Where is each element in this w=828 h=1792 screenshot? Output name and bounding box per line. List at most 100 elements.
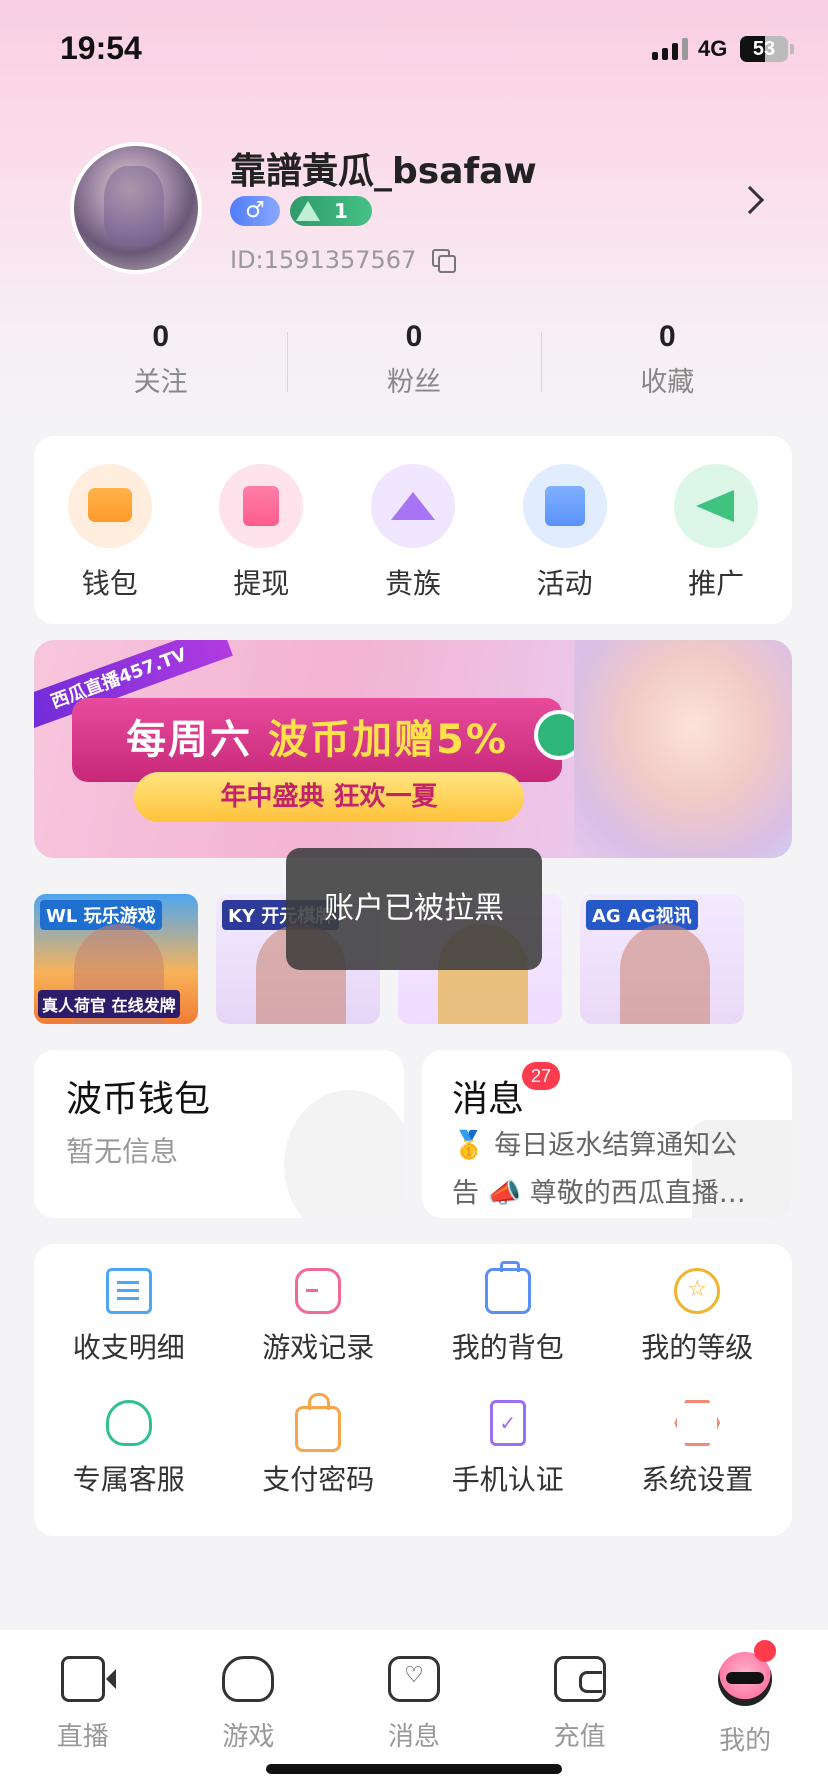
coin-wallet-card[interactable]: 波币钱包 暂无信息 xyxy=(34,1050,404,1218)
tab-label: 消息 xyxy=(387,1722,440,1752)
menu-item-label: 专属客服 xyxy=(72,1463,185,1496)
menu-item-label: 我的背包 xyxy=(451,1331,564,1364)
menu-item-label: 手机认证 xyxy=(451,1463,564,1496)
menu-item-label: 游戏记录 xyxy=(262,1331,375,1364)
stat-label: 收藏 xyxy=(640,367,695,398)
tab-label: 我的 xyxy=(719,1726,772,1756)
settings-icon xyxy=(674,1400,721,1446)
quick-action-label: 钱包 xyxy=(81,567,138,600)
backpack-icon xyxy=(484,1261,531,1314)
battery-tip xyxy=(790,44,794,54)
stat-label: 关注 xyxy=(133,367,188,398)
stat-value: 0 xyxy=(405,320,423,353)
banner-headline-highlight: 波币加赠5% xyxy=(268,717,508,763)
quick-action-withdraw[interactable]: 提现 xyxy=(206,464,316,624)
tab-label: 游戏 xyxy=(222,1722,275,1752)
stat-value: 0 xyxy=(658,320,676,353)
tab-label: 直播 xyxy=(56,1722,109,1752)
stat-following[interactable]: 0 关注 xyxy=(34,320,287,400)
menu-item-transactions[interactable]: 收支明细 xyxy=(34,1268,224,1366)
user-id: ID:1591357567 xyxy=(230,246,457,274)
quick-action-wallet[interactable]: 钱包 xyxy=(55,464,165,624)
stat-favorites[interactable]: 0 收藏 xyxy=(540,320,794,400)
money-bag-icon xyxy=(284,1090,404,1218)
level-badge: 1 xyxy=(290,196,372,226)
user-badges: ♂ 1 xyxy=(230,196,372,226)
wallet-icon xyxy=(67,464,152,548)
menu-item-backpack[interactable]: 我的背包 xyxy=(413,1261,603,1366)
game-logo: WL 玩乐游戏 xyxy=(40,900,162,930)
game-card[interactable]: AG AG视讯 xyxy=(580,894,744,1024)
tab-live[interactable]: 直播 xyxy=(0,1630,166,1792)
banner-model-image xyxy=(574,640,792,858)
avatar[interactable] xyxy=(70,142,202,274)
game-logo: AG AG视讯 xyxy=(586,900,698,930)
star-badge-icon xyxy=(674,1268,721,1314)
quick-action-events[interactable]: 活动 xyxy=(510,464,620,624)
menu-item-label: 系统设置 xyxy=(641,1463,754,1496)
phone-check-icon xyxy=(489,1400,526,1446)
menu-item-label: 支付密码 xyxy=(262,1463,375,1496)
wallet-card-title: 波币钱包 xyxy=(66,1079,211,1120)
lock-icon xyxy=(295,1393,342,1452)
menu-item-customer-service[interactable]: 专属客服 xyxy=(34,1400,224,1498)
wallet-icon xyxy=(553,1656,606,1702)
ledger-icon xyxy=(105,1268,152,1314)
tab-me[interactable]: 我的 xyxy=(662,1630,828,1792)
menu-item-game-records[interactable]: 游戏记录 xyxy=(224,1268,414,1366)
promo-banner[interactable]: 西瓜直播457.TV 每周六 波币加赠5% 年中盛典 狂欢一夏 xyxy=(34,640,792,858)
menu-item-payment-password[interactable]: 支付密码 xyxy=(224,1393,414,1498)
withdraw-icon xyxy=(219,464,304,548)
network-type: 4G xyxy=(698,36,728,61)
menu-item-phone-verify[interactable]: 手机认证 xyxy=(413,1400,603,1498)
message-card-title: 消息 xyxy=(452,1079,525,1120)
headset-icon xyxy=(105,1400,152,1446)
user-id-text: ID:1591357567 xyxy=(230,246,417,274)
menu-card: 收支明细 游戏记录 我的背包 我的等级 专属客服 支付密码 手机认证 系统设置 xyxy=(34,1244,792,1536)
level-number: 1 xyxy=(334,199,348,223)
status-time: 19:54 xyxy=(60,30,142,66)
menu-item-settings[interactable]: 系统设置 xyxy=(603,1400,793,1498)
game-card[interactable]: WL 玩乐游戏 真人荷官 在线发牌 xyxy=(34,894,198,1024)
quick-actions-card: 钱包 提现 贵族 活动 推广 xyxy=(34,436,792,624)
chat-heart-icon xyxy=(387,1656,440,1702)
quick-action-promote[interactable]: 推广 xyxy=(661,464,771,624)
message-preview: 🥇 每日返水结算通知公告 📣 尊敬的西瓜直播… xyxy=(452,1130,746,1209)
signal-icon xyxy=(652,38,688,60)
quick-action-label: 提现 xyxy=(233,567,290,600)
quick-action-label: 推广 xyxy=(688,567,745,600)
gift-icon xyxy=(522,464,607,548)
profile-stats: 0 关注 0 粉丝 0 收藏 xyxy=(34,320,794,400)
username: 靠譜黃瓜_bsafaw xyxy=(230,151,537,192)
status-bar: 19:54 4G 53 xyxy=(0,0,828,100)
game-character-image xyxy=(620,924,710,1024)
banner-subline: 年中盛典 狂欢一夏 xyxy=(134,772,524,822)
message-card[interactable]: 消息 27 🥇 每日返水结算通知公告 📣 尊敬的西瓜直播… xyxy=(422,1050,792,1218)
wallet-card-subtitle: 暂无信息 xyxy=(66,1135,179,1168)
video-camera-icon xyxy=(60,1656,116,1702)
gender-badge: ♂ xyxy=(230,196,280,226)
gamepad-icon xyxy=(295,1268,342,1314)
copy-icon[interactable] xyxy=(432,249,457,273)
toast-message: 账户已被拉黑 xyxy=(286,848,542,970)
controller-icon xyxy=(222,1656,275,1702)
stat-value: 0 xyxy=(152,320,169,353)
menu-item-label: 收支明细 xyxy=(72,1331,185,1364)
stat-label: 粉丝 xyxy=(386,367,441,398)
tab-label: 充值 xyxy=(553,1722,606,1752)
notification-dot xyxy=(754,1640,776,1662)
crown-icon xyxy=(370,464,455,548)
battery-level: 53 xyxy=(752,38,776,60)
stat-fans[interactable]: 0 粉丝 xyxy=(287,320,540,400)
level-icon xyxy=(296,201,320,221)
quick-action-label: 活动 xyxy=(536,567,593,600)
banner-headline: 每周六 波币加赠5% xyxy=(72,698,562,782)
game-caption: 真人荷官 在线发牌 xyxy=(38,990,180,1018)
quick-action-noble[interactable]: 贵族 xyxy=(358,464,468,624)
home-indicator[interactable] xyxy=(266,1764,562,1774)
megaphone-icon xyxy=(674,464,759,548)
menu-item-level[interactable]: 我的等级 xyxy=(603,1268,793,1366)
quick-action-label: 贵族 xyxy=(384,567,441,600)
menu-item-label: 我的等级 xyxy=(641,1331,754,1364)
battery-icon: 53 xyxy=(740,36,788,62)
